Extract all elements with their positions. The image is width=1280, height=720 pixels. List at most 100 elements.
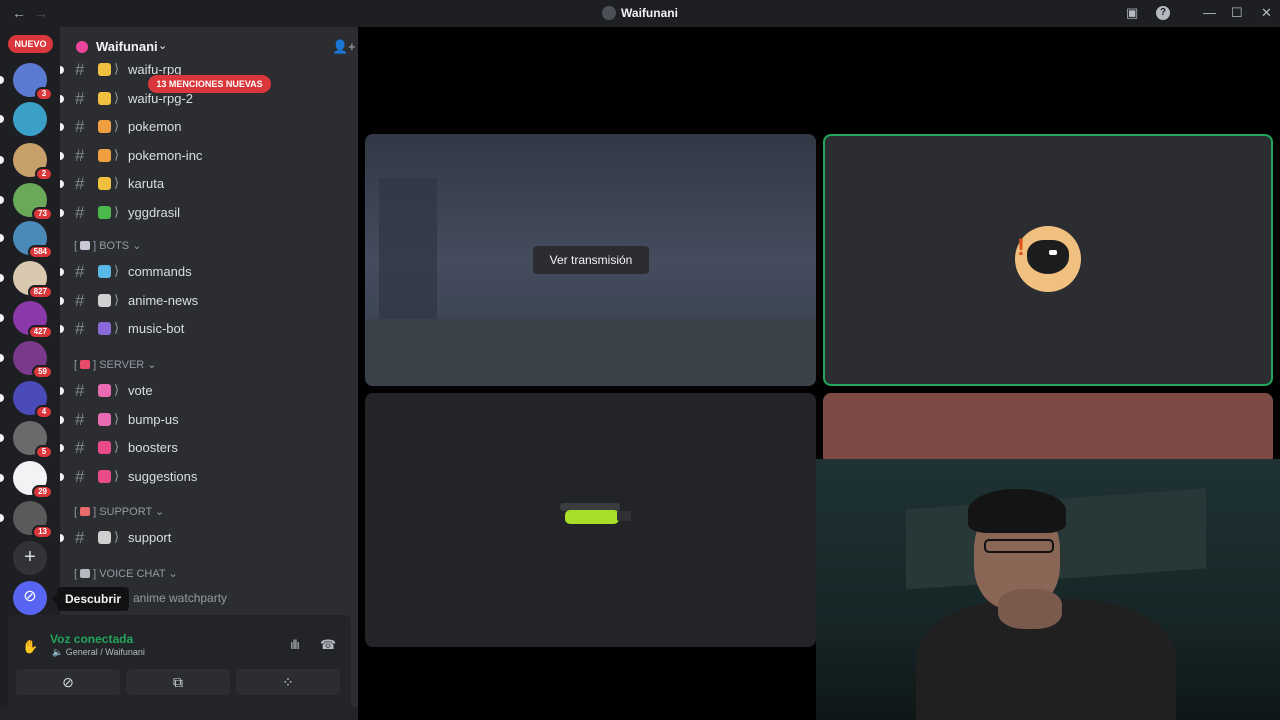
mention-badge: 73	[32, 207, 53, 221]
webcam-overlay	[816, 459, 1280, 720]
screen-share-button[interactable]: ⧉	[126, 669, 230, 695]
unread-dot	[60, 325, 64, 333]
person-hair	[968, 489, 1066, 533]
maximize-icon[interactable]: ☐	[1231, 5, 1243, 21]
new-badge[interactable]: NUEVO	[8, 35, 53, 53]
compass-icon: ⊘	[23, 588, 37, 605]
server-icon[interactable]: 5	[13, 421, 53, 459]
hash-icon: #	[75, 202, 85, 222]
unread-dot	[60, 66, 64, 74]
add-member-icon[interactable]: 👤+	[332, 39, 356, 55]
hash-icon: #	[75, 117, 85, 136]
channel-anime-news[interactable]: # ⟩ anime-news	[60, 287, 358, 313]
guild-icon	[76, 41, 88, 53]
unread-pill	[0, 474, 4, 482]
inbox-icon[interactable]: ▣	[1126, 5, 1138, 21]
unread-dot	[60, 387, 64, 395]
channel-name: support	[128, 530, 172, 545]
category-label: BOTS	[99, 240, 130, 252]
user-bar	[0, 707, 359, 720]
noise-suppression-icon[interactable]: ıllı	[290, 637, 300, 652]
camera-off-button[interactable]: ⊘	[16, 669, 120, 695]
channel-name: yggdrasil	[128, 204, 181, 220]
server-icon[interactable]: 2	[13, 143, 53, 181]
category-bracket-open: [	[74, 240, 78, 252]
unread-dot	[60, 534, 64, 542]
note-icon	[80, 507, 91, 516]
channel-emoji-icon	[98, 205, 111, 219]
watch-stream-button[interactable]: Ver transmisión	[533, 246, 649, 274]
discover-tooltip: Descubrir	[52, 587, 129, 611]
mention-badge: 29	[32, 485, 53, 499]
voice-status[interactable]: Voz conectada	[50, 632, 133, 646]
channel-karuta[interactable]: # ⟩ karuta	[60, 170, 358, 196]
avatar: !	[1015, 226, 1081, 292]
category-bracket-open: [	[74, 359, 78, 371]
channel-separator: ⟩	[114, 320, 120, 335]
channel-music-bot[interactable]: # ⟩ music-bot	[60, 315, 358, 341]
discover-button[interactable]: ⊘	[13, 581, 47, 615]
item-tile[interactable]	[365, 393, 816, 647]
channel-vote[interactable]: # ⟩ vote	[60, 377, 358, 403]
speaking-user-tile[interactable]: !	[823, 134, 1273, 386]
server-icon[interactable]: 73	[13, 183, 53, 221]
add-server-button[interactable]: +	[13, 541, 47, 575]
server-icon[interactable]: 13	[13, 501, 53, 539]
channel-name: music-bot	[128, 321, 185, 336]
channel-commands[interactable]: # ⟩ commands	[60, 258, 358, 284]
channel-yggdrasil[interactable]: # ⟩ yggdrasil	[60, 199, 358, 225]
server-icon[interactable]: 59	[13, 341, 53, 379]
channel-separator: ⟩	[114, 118, 120, 133]
server-icon[interactable]: 827	[13, 261, 53, 299]
unread-pill	[0, 514, 4, 522]
minimize-icon[interactable]: —	[1203, 5, 1216, 20]
new-mentions-pill[interactable]: 13 MENCIONES NUEVAS	[148, 75, 271, 93]
voice-channel-anime-watchparty[interactable]: anime watchparty	[133, 591, 227, 605]
unread-pill	[0, 434, 4, 442]
channel-bump-us[interactable]: # ⟩ bump-us	[60, 406, 358, 432]
activities-button[interactable]: ⁘	[236, 669, 340, 695]
hash-icon: #	[75, 438, 85, 457]
unread-dot	[60, 444, 64, 452]
stream-preview-ground	[365, 319, 816, 386]
channel-pokemon[interactable]: # ⟩ pokemon	[60, 113, 358, 139]
server-icon[interactable]: 3	[13, 63, 53, 101]
server-icon[interactable]: 584	[13, 221, 53, 259]
category-support[interactable]: [] SUPPORT ⌄	[74, 505, 164, 521]
disconnect-icon[interactable]: ☎	[320, 637, 336, 653]
channel-suggestions[interactable]: # ⟩ suggestions	[60, 463, 358, 489]
signal-icon[interactable]: ✋	[22, 639, 38, 655]
server-icon[interactable]: 4	[13, 381, 53, 419]
server-icon[interactable]	[13, 102, 47, 136]
guild-name: Waifunani	[96, 39, 158, 54]
mention-badge: 427	[27, 325, 53, 339]
hash-icon: #	[75, 262, 85, 281]
category-label: SERVER	[99, 359, 145, 371]
category-bots[interactable]: [] BOTS ⌄	[74, 239, 141, 255]
close-icon[interactable]: ✕	[1261, 5, 1272, 21]
voice-location[interactable]: 🔈 General / Waifunani	[52, 647, 145, 658]
category-bracket-open: [	[74, 506, 78, 518]
channel-emoji-icon	[98, 322, 111, 335]
channel-emoji-icon	[98, 91, 111, 105]
stream-tile[interactable]: Ver transmisión	[365, 134, 816, 386]
channel-boosters[interactable]: # ⟩ boosters	[60, 434, 358, 460]
channel-support[interactable]: # ⟩ support	[60, 524, 358, 550]
channel-emoji-icon	[98, 384, 111, 397]
category-bracket-close: ]	[93, 506, 97, 518]
channel-separator: ⟩	[114, 410, 120, 426]
help-icon[interactable]: ?	[1156, 6, 1170, 20]
add-server-label: +	[24, 546, 36, 568]
camera-tile-header[interactable]	[823, 393, 1273, 459]
channel-pokemon-inc[interactable]: # ⟩ pokemon-inc	[60, 142, 358, 168]
server-icon[interactable]: 427	[13, 301, 53, 339]
server-icon[interactable]: 29	[13, 461, 53, 499]
unread-pill	[0, 115, 4, 123]
category-server[interactable]: [] SERVER ⌄	[74, 358, 157, 374]
channel-name: commands	[128, 264, 192, 279]
mention-badge: 2	[35, 167, 53, 181]
hash-icon: #	[75, 381, 85, 400]
unread-dot	[60, 151, 64, 160]
channel-separator: ⟩	[114, 529, 120, 544]
category-voice[interactable]: [] VOICE CHAT ⌄	[74, 567, 178, 583]
